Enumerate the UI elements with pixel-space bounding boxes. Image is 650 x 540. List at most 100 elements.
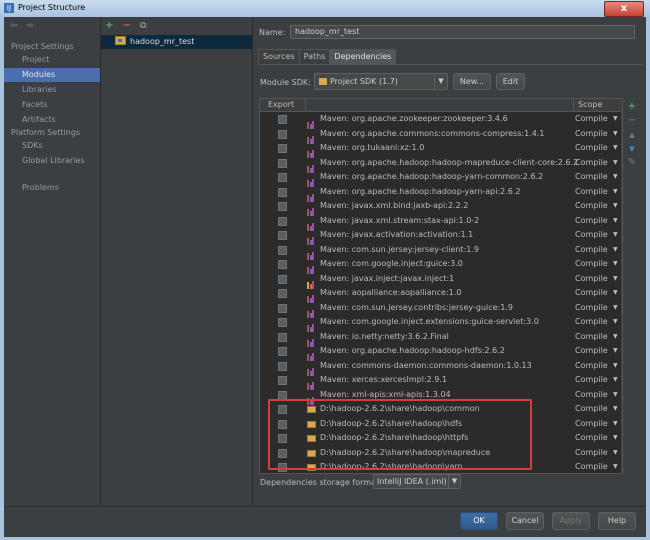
scope-select[interactable]: Compile — [575, 228, 608, 242]
export-checkbox[interactable] — [278, 129, 287, 139]
scope-select[interactable]: Compile — [575, 243, 608, 257]
add-module-icon[interactable]: + — [105, 20, 113, 31]
nav-item-sdks[interactable]: SDKs — [4, 139, 100, 153]
export-column-header[interactable]: Export — [268, 99, 294, 111]
back-arrow-icon[interactable]: ⇦ — [10, 21, 18, 31]
scope-select[interactable]: Compile — [575, 214, 608, 228]
export-checkbox[interactable] — [278, 289, 287, 298]
copy-module-icon[interactable]: ⧉ — [140, 21, 146, 31]
scope-select[interactable]: Compile — [575, 460, 608, 473]
table-row[interactable]: Maven: com.google.inject:guice:3.0 Compil… — [260, 257, 622, 274]
storage-format-select[interactable]: IntelliJ IDEA (.iml) ▼ — [373, 474, 461, 489]
scope-select[interactable]: Compile — [575, 112, 608, 126]
scope-select[interactable]: Compile — [575, 127, 608, 141]
scope-select[interactable]: Compile — [575, 344, 608, 358]
table-row[interactable]: Maven: org.apache.hadoop:hadoop-mapreduc… — [260, 156, 622, 173]
table-scrollbar[interactable] — [621, 112, 623, 473]
table-row[interactable]: Maven: org.apache.hadoop:hadoop-hdfs:2.6… — [260, 344, 622, 361]
scope-select[interactable]: Compile — [575, 286, 608, 300]
nav-item-facets[interactable]: Facets — [4, 98, 100, 112]
tab-dependencies[interactable]: Dependencies — [329, 49, 397, 65]
remove-dependency-icon[interactable]: − — [625, 114, 639, 128]
export-checkbox[interactable] — [278, 318, 287, 327]
scope-select[interactable]: Compile — [575, 446, 608, 460]
export-checkbox[interactable] — [278, 216, 287, 226]
chevron-down-icon: ▼ — [613, 419, 618, 427]
export-checkbox[interactable] — [278, 332, 287, 342]
scope-select[interactable]: Compile — [575, 185, 608, 199]
table-row[interactable]: Maven: com.google.inject.extensions:guic… — [260, 315, 622, 332]
table-row[interactable]: Maven: org.apache.hadoop:hadoop-yarn-com… — [260, 170, 622, 187]
scope-select[interactable]: Compile — [575, 301, 608, 315]
export-checkbox[interactable] — [278, 231, 287, 240]
apply-button[interactable]: Apply — [552, 512, 590, 530]
edit-dependency-icon[interactable]: ✎ — [625, 156, 639, 170]
export-checkbox[interactable] — [278, 260, 287, 269]
nav-item-project[interactable]: Project — [4, 53, 100, 67]
table-row[interactable]: Maven: org.tukaani:xz:1.0 Compile ▼ — [260, 141, 622, 158]
move-down-icon[interactable]: ▼ — [625, 142, 639, 156]
export-checkbox[interactable] — [278, 347, 287, 356]
new-sdk-button[interactable]: New... — [453, 73, 491, 90]
ok-button[interactable]: OK — [460, 512, 498, 530]
scope-select[interactable]: Compile — [575, 359, 608, 373]
scope-select[interactable]: Compile — [575, 373, 608, 387]
export-checkbox[interactable] — [278, 187, 287, 197]
scope-select[interactable]: Compile — [575, 156, 608, 170]
scope-select[interactable]: Compile — [575, 315, 608, 329]
table-row[interactable]: Maven: com.sun.jersey.contribs:jersey-gu… — [260, 301, 622, 318]
export-checkbox[interactable] — [278, 303, 287, 313]
scope-select[interactable]: Compile — [575, 199, 608, 213]
export-checkbox[interactable] — [278, 202, 287, 211]
module-tree-item[interactable]: hadoop_mr_test — [101, 35, 252, 49]
table-row[interactable]: Maven: javax.inject:javax.inject:1 Compil… — [260, 272, 622, 289]
table-row[interactable]: Maven: javax.xml.stream:stax-api:1.0-2 Co… — [260, 214, 622, 231]
table-row[interactable]: Maven: javax.xml.bind:jaxb-api:2.2.2 Comp… — [260, 199, 622, 216]
nav-item-artifacts[interactable]: Artifacts — [4, 113, 100, 127]
move-up-icon[interactable]: ▲ — [625, 128, 639, 142]
scope-select[interactable]: Compile — [575, 388, 608, 402]
table-row[interactable]: Maven: org.apache.commons:commons-compre… — [260, 127, 622, 144]
add-dependency-icon[interactable]: + — [625, 100, 639, 114]
scope-select[interactable]: Compile — [575, 170, 608, 184]
export-checkbox[interactable] — [278, 144, 287, 153]
table-row[interactable]: Maven: xerces:xercesImpl:2.9.1 Compile ▼ — [260, 373, 622, 390]
scope-select[interactable]: Compile — [575, 257, 608, 271]
scope-select[interactable]: Compile — [575, 431, 608, 445]
scope-select[interactable]: Compile — [575, 402, 608, 416]
nav-item-libraries[interactable]: Libraries — [4, 83, 100, 97]
nav-item-problems[interactable]: Problems — [4, 181, 100, 195]
scope-column-header[interactable]: Scope — [578, 99, 602, 111]
scope-select[interactable]: Compile — [575, 272, 608, 286]
table-row[interactable]: Maven: aopalliance:aopalliance:1.0 Compil… — [260, 286, 622, 303]
nav-item-global-libraries[interactable]: Global Libraries — [4, 154, 100, 168]
cancel-button[interactable]: Cancel — [506, 512, 544, 530]
close-button[interactable]: x — [604, 1, 644, 17]
table-row[interactable]: Maven: commons-daemon:commons-daemon:1.0… — [260, 359, 622, 376]
tab-sources[interactable]: Sources — [258, 49, 300, 65]
export-checkbox[interactable] — [278, 376, 287, 385]
tab-paths[interactable]: Paths — [298, 49, 331, 65]
export-checkbox[interactable] — [278, 245, 287, 255]
table-row[interactable]: Maven: javax.activation:activation:1.1 Co… — [260, 228, 622, 245]
help-button[interactable]: Help — [598, 512, 636, 530]
export-checkbox[interactable] — [278, 173, 287, 182]
export-checkbox[interactable] — [278, 274, 287, 284]
scrollbar-thumb[interactable] — [622, 380, 623, 472]
nav-item-modules[interactable]: Modules — [4, 68, 100, 82]
export-checkbox[interactable] — [278, 361, 287, 371]
export-checkbox[interactable] — [278, 115, 287, 124]
table-row[interactable]: Maven: org.apache.hadoop:hadoop-yarn-api… — [260, 185, 622, 202]
edit-sdk-button[interactable]: Edit — [496, 73, 525, 90]
table-row[interactable]: Maven: org.apache.zookeeper:zookeeper:3.… — [260, 112, 622, 129]
scope-select[interactable]: Compile — [575, 417, 608, 431]
table-row[interactable]: Maven: io.netty:netty:3.6.2.Final Compile… — [260, 330, 622, 347]
export-checkbox[interactable] — [278, 158, 287, 168]
forward-arrow-icon[interactable]: ⇨ — [26, 21, 34, 31]
scope-select[interactable]: Compile — [575, 141, 608, 155]
remove-module-icon[interactable]: − — [123, 20, 131, 31]
table-row[interactable]: Maven: com.sun.jersey:jersey-client:1.9 C… — [260, 243, 622, 260]
module-name-field[interactable]: hadoop_mr_test — [290, 25, 635, 39]
scope-select[interactable]: Compile — [575, 330, 608, 344]
module-sdk-select[interactable]: Project SDK (1.7) ▼ — [314, 73, 448, 90]
